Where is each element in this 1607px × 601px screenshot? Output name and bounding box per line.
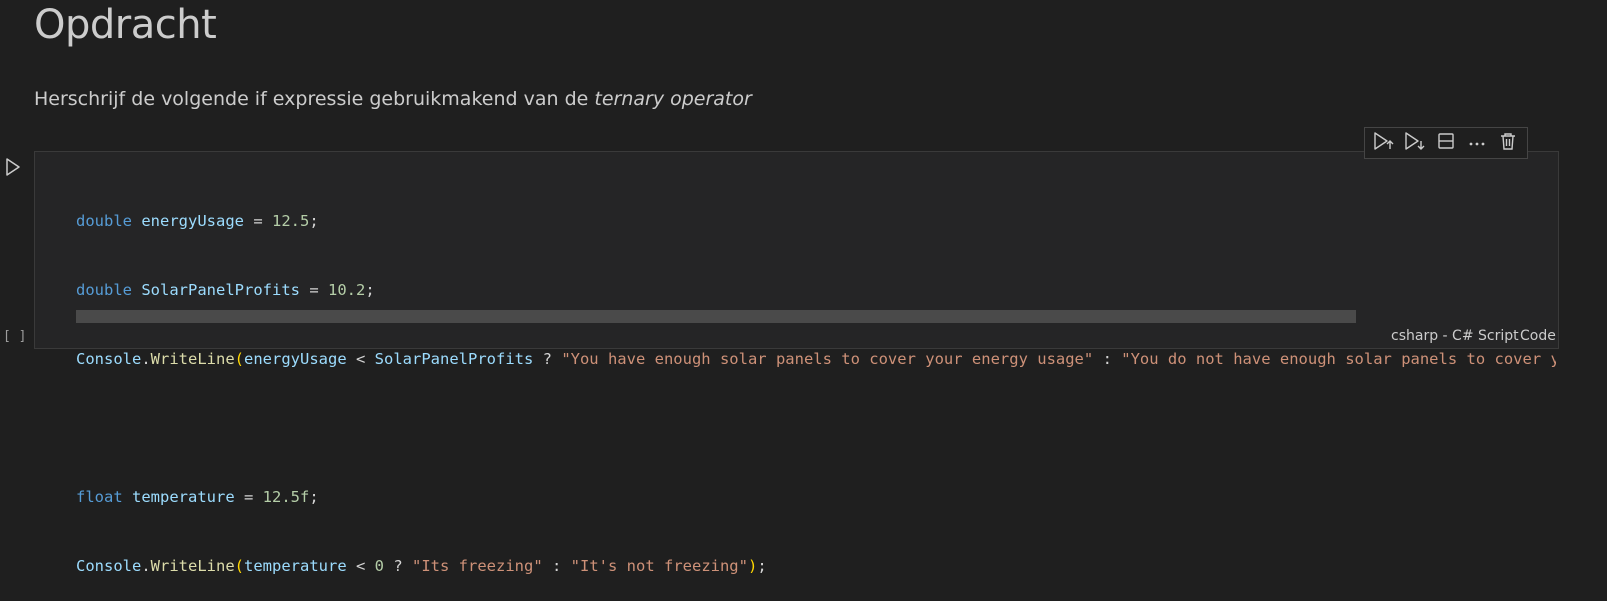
code-token: ) (747, 557, 758, 575)
markdown-paragraph: Herschrijf de volgende if expressie gebr… (34, 88, 752, 110)
code-token: energyUsage (244, 350, 347, 368)
code-line: double SolarPanelProfits = 10.2; (76, 279, 1556, 302)
split-cell-button[interactable] (1433, 130, 1459, 156)
trash-icon (1500, 132, 1516, 155)
code-token: WriteLine (150, 350, 235, 368)
more-actions-button[interactable] (1464, 130, 1490, 156)
code-token: : (1093, 350, 1122, 368)
code-token: "You do not have enough solar panels to … (1121, 350, 1556, 368)
code-token: ; (309, 488, 319, 506)
code-token: Console (76, 350, 142, 368)
run-above-icon (1373, 131, 1395, 156)
markdown-heading: Opdracht (34, 2, 217, 48)
code-token: ( (234, 557, 245, 575)
code-token: ? (384, 557, 413, 575)
split-cell-icon (1437, 132, 1455, 155)
code-token: SolarPanelProfits (141, 281, 300, 299)
code-token: ( (234, 350, 245, 368)
run-below-button[interactable] (1402, 130, 1428, 156)
execution-count: [ ] (3, 329, 27, 344)
run-cell-button[interactable] (2, 157, 24, 181)
code-token: energyUsage (141, 212, 244, 230)
cell-toolbar (1364, 127, 1528, 159)
code-token: 0 (374, 557, 385, 575)
paragraph-text: Herschrijf de volgende if expressie gebr… (34, 88, 595, 110)
code-token: = (299, 281, 328, 299)
code-token: "It's not freezing" (570, 557, 748, 575)
code-token: "You have enough solar panels to cover y… (561, 350, 1094, 368)
code-token: 12.5f (262, 488, 310, 506)
run-below-icon (1404, 131, 1426, 156)
code-token: temperature (132, 488, 235, 506)
code-token: ; (365, 281, 375, 299)
paragraph-italic: ternary operator (594, 88, 752, 110)
code-token: WriteLine (150, 557, 235, 575)
code-editor[interactable]: double energyUsage = 12.5; double SolarP… (76, 164, 1556, 601)
code-token: double (76, 281, 132, 299)
code-token: ; (309, 212, 319, 230)
code-line: double energyUsage = 12.5; (76, 210, 1556, 233)
code-token: . (141, 557, 151, 575)
more-icon (1468, 134, 1486, 152)
code-token: < (346, 350, 375, 368)
code-line: Console.WriteLine(energyUsage < SolarPan… (76, 348, 1556, 371)
code-token: float (76, 488, 123, 506)
code-token: ; (757, 557, 767, 575)
code-token: "Its freezing" (412, 557, 543, 575)
code-line: float temperature = 12.5f; (76, 486, 1556, 509)
code-token: SolarPanelProfits (374, 350, 534, 368)
run-above-button[interactable] (1371, 130, 1397, 156)
code-token: . (141, 350, 151, 368)
delete-cell-button[interactable] (1495, 130, 1521, 156)
play-icon (5, 157, 21, 181)
code-token: 12.5 (272, 212, 310, 230)
code-token: ? (533, 350, 562, 368)
code-token: : (542, 557, 571, 575)
language-picker[interactable]: csharp - C# Script (1391, 328, 1519, 344)
code-token: 10.2 (327, 281, 366, 299)
code-token: double (76, 212, 132, 230)
code-token: < (346, 557, 375, 575)
code-line: Console.WriteLine(temperature < 0 ? "Its… (76, 555, 1556, 578)
code-token: = (244, 212, 272, 230)
code-token: = (234, 488, 263, 506)
cell-type-label[interactable]: Code (1520, 328, 1556, 344)
code-token: temperature (244, 557, 347, 575)
code-token: Console (76, 557, 142, 575)
horizontal-scrollbar[interactable] (76, 310, 1356, 323)
